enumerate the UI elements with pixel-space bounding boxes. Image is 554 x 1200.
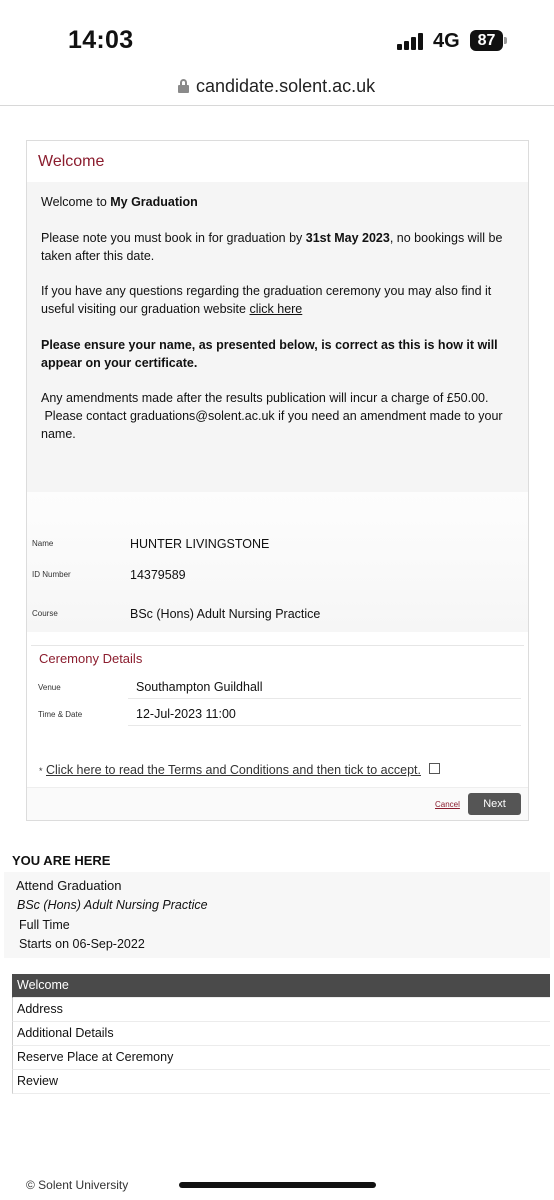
- datetime-label: Time & Date: [38, 710, 83, 719]
- terms-row: * Click here to read the Terms and Condi…: [39, 763, 421, 777]
- amendment-text-line3: name.: [41, 427, 76, 441]
- signal-icon: [397, 33, 427, 50]
- card-footer: Cancel Next: [27, 787, 528, 820]
- deadline-note: Please note you must book in for graduat…: [41, 231, 503, 245]
- step-address[interactable]: Address: [12, 998, 550, 1022]
- name-warning: Please ensure your name, as presented be…: [41, 338, 498, 352]
- card-header: Welcome: [27, 141, 528, 182]
- name-label: Name: [32, 539, 54, 548]
- step-welcome[interactable]: Welcome: [12, 974, 550, 998]
- amendment-text-line2: Please contact graduations@solent.ac.uk …: [41, 409, 503, 423]
- datetime-value: 12-Jul-2023 11:00: [136, 707, 236, 721]
- cancel-link[interactable]: Cancel: [435, 800, 460, 809]
- network-type: 4G: [433, 30, 460, 52]
- row-divider: [128, 725, 521, 726]
- url-text[interactable]: candidate.solent.ac.uk: [196, 76, 375, 97]
- id-label: ID Number: [32, 570, 71, 579]
- battery-icon: 87: [470, 30, 503, 51]
- status-bar: 14:03 4G 87: [0, 0, 554, 70]
- divider: [31, 645, 524, 646]
- graduation-website-link[interactable]: click here: [249, 302, 302, 316]
- process-start: Starts on 06-Sep-2022: [19, 937, 145, 951]
- welcome-intro: Welcome to My Graduation: [41, 195, 198, 209]
- terms-checkbox[interactable]: [429, 763, 440, 774]
- next-button[interactable]: Next: [468, 793, 521, 815]
- ceremony-title: Ceremony Details: [39, 651, 143, 666]
- required-marker: *: [39, 766, 43, 776]
- step-additional-details[interactable]: Additional Details: [12, 1022, 550, 1046]
- venue-value: Southampton Guildhall: [136, 680, 263, 694]
- terms-link[interactable]: Click here to read the Terms and Conditi…: [46, 763, 421, 777]
- status-time: 14:03: [68, 26, 134, 54]
- venue-label: Venue: [38, 683, 61, 692]
- step-reserve-place[interactable]: Reserve Place at Ceremony: [12, 1046, 550, 1070]
- row-divider: [128, 698, 521, 699]
- process-course: BSc (Hons) Adult Nursing Practice: [17, 898, 208, 912]
- welcome-message: Welcome to My Graduation Please note you…: [27, 182, 528, 492]
- battery-tip: [504, 37, 507, 44]
- student-course: BSc (Hons) Adult Nursing Practice: [130, 607, 321, 621]
- process-title: Attend Graduation: [16, 878, 122, 893]
- copyright: © Solent University: [26, 1178, 129, 1192]
- graduation-card: Welcome Welcome to My Graduation Please …: [26, 140, 529, 821]
- student-id: 14379589: [130, 568, 186, 582]
- student-name: HUNTER LIVINGSTONE: [130, 537, 270, 551]
- course-label: Course: [32, 609, 58, 618]
- questions-text: If you have any questions regarding the …: [41, 284, 492, 298]
- you-are-here-heading: YOU ARE HERE: [12, 853, 111, 868]
- process-mode: Full Time: [19, 918, 70, 932]
- url-bar[interactable]: candidate.solent.ac.uk: [0, 70, 554, 106]
- step-review[interactable]: Review: [12, 1070, 550, 1094]
- deadline-note-line2: taken after this date.: [41, 249, 155, 263]
- name-warning-line2: appear on your certificate.: [41, 356, 198, 370]
- home-indicator[interactable]: [179, 1182, 376, 1188]
- lock-icon: [178, 79, 189, 93]
- you-are-here-box: Attend Graduation BSc (Hons) Adult Nursi…: [4, 872, 550, 958]
- step-list: Welcome Address Additional Details Reser…: [12, 974, 550, 1094]
- amendment-text: Any amendments made after the results pu…: [41, 391, 489, 405]
- card-title: Welcome: [38, 153, 105, 170]
- questions-text-line2: useful visiting our graduation website c…: [41, 302, 303, 316]
